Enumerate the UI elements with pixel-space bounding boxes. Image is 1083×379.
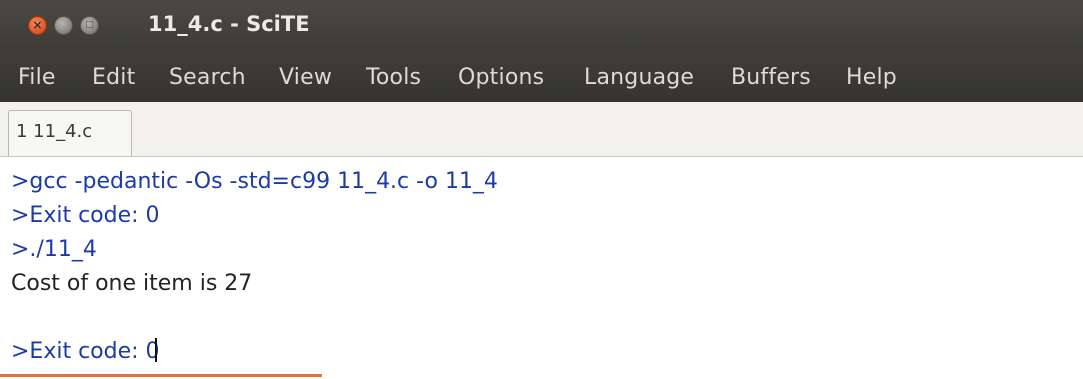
menu-options[interactable]: Options (458, 65, 544, 90)
menu-language[interactable]: Language (584, 65, 694, 90)
output-pane[interactable]: >gcc -pedantic -Os -std=c99 11_4.c -o 11… (0, 157, 1083, 379)
menu-search[interactable]: Search (169, 65, 246, 90)
tab-label: 1 11_4.c (16, 121, 93, 142)
tab-bar: 1 11_4.c (0, 102, 1083, 157)
output-line-run-command: >./11_4 (11, 237, 97, 262)
window-title: 11_4.c - SciTE (148, 12, 310, 36)
menu-bar: File Edit Search View Tools Options Lang… (0, 52, 1083, 102)
output-line-exit-code: >Exit code: 0 (11, 203, 160, 228)
menu-view[interactable]: View (279, 65, 332, 90)
minimize-window-button[interactable] (54, 16, 73, 35)
minimize-icon (55, 17, 72, 34)
tab-11-4-c[interactable]: 1 11_4.c (8, 110, 132, 156)
maximize-icon: □ (85, 20, 94, 30)
final-exit-code-text: >Exit code: 0 (11, 339, 160, 364)
menu-buffers[interactable]: Buffers (731, 65, 811, 90)
output-line-final-exit-code: >Exit code: 0 (11, 338, 160, 364)
close-icon: × (32, 18, 43, 32)
close-window-button[interactable]: × (28, 16, 47, 35)
maximize-window-button[interactable]: □ (80, 16, 99, 35)
title-bar: × □ 11_4.c - SciTE (0, 0, 1083, 52)
menu-file[interactable]: File (18, 65, 56, 90)
menu-edit[interactable]: Edit (92, 65, 135, 90)
menu-help[interactable]: Help (846, 65, 897, 90)
output-line-program-output: Cost of one item is 27 (11, 271, 253, 296)
output-line-compile-command: >gcc -pedantic -Os -std=c99 11_4.c -o 11… (11, 169, 498, 194)
text-caret (154, 338, 157, 362)
scroll-indicator-bar (0, 374, 322, 377)
menu-tools[interactable]: Tools (366, 65, 421, 90)
